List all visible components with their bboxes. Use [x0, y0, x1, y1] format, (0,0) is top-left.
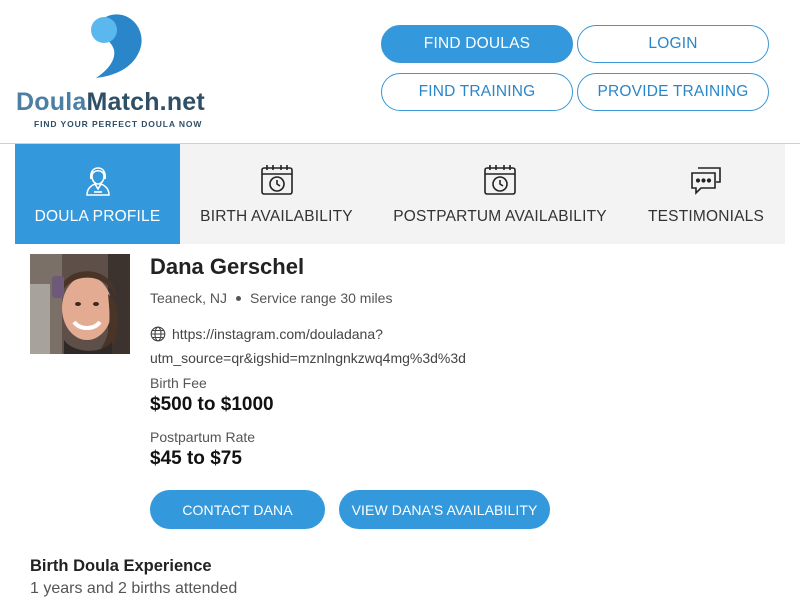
logo-mark-icon	[91, 14, 142, 79]
postpartum-rate-value: $45 to $75	[150, 448, 242, 469]
website-line-1: https://instagram.com/douladana?	[172, 326, 383, 342]
birth-fee-label: Birth Fee	[150, 375, 207, 391]
tab-label: TESTIMONIALS	[647, 208, 765, 225]
profile-tabs: DOULA PROFILE BIRTH AVAILABILITY POSTPAR…	[15, 144, 785, 244]
globe-icon	[150, 326, 166, 342]
website-link[interactable]: https://instagram.com/douladana? utm_sou…	[150, 322, 530, 370]
login-button[interactable]: LOGIN	[577, 25, 769, 63]
birth-fee-value: $500 to $1000	[150, 394, 274, 415]
postpartum-rate-label: Postpartum Rate	[150, 429, 256, 445]
provide-training-button[interactable]: PROVIDE TRAINING	[577, 73, 769, 111]
find-training-button[interactable]: FIND TRAINING	[381, 73, 573, 111]
service-range-text: Service range 30 miles	[250, 290, 393, 306]
experience-summary: 1 years and 2 births attended	[30, 580, 238, 597]
chat-bubbles-icon	[691, 167, 721, 195]
logo-wordmark: DoulaMatch.net	[16, 88, 205, 116]
calendar-clock-icon	[260, 165, 293, 195]
find-doulas-button[interactable]: FIND DOULAS	[381, 25, 573, 63]
site-header: DoulaMatch.net FIND YOUR PERFECT DOULA N…	[0, 0, 800, 144]
tab-postpartum-availability[interactable]: POSTPARTUM AVAILABILITY	[373, 144, 627, 244]
tab-label: BIRTH AVAILABILITY	[200, 208, 353, 225]
logo-tagline: FIND YOUR PERFECT DOULA NOW	[34, 119, 203, 129]
avatar	[30, 254, 130, 354]
separator-dot	[236, 295, 242, 301]
contact-doula-button[interactable]: CONTACT DANA	[150, 490, 325, 529]
view-availability-button[interactable]: VIEW DANA'S AVAILABILITY	[339, 490, 550, 529]
location-text: Teaneck, NJ	[150, 290, 228, 306]
site-logo[interactable]: DoulaMatch.net FIND YOUR PERFECT DOULA N…	[16, 12, 226, 134]
doula-name: Dana Gerschel	[150, 254, 305, 279]
profile-photo	[30, 254, 130, 354]
doula-person-icon	[85, 167, 110, 196]
tab-doula-profile[interactable]: DOULA PROFILE	[15, 144, 180, 244]
website-line-2: utm_source=qr&igshid=mznlngnkzwq4mg%3d%3…	[150, 350, 466, 366]
experience-title: Birth Doula Experience	[30, 557, 212, 575]
tab-label: POSTPARTUM AVAILABILITY	[393, 208, 607, 225]
tab-testimonials[interactable]: TESTIMONIALS	[627, 144, 785, 244]
tab-birth-availability[interactable]: BIRTH AVAILABILITY	[180, 144, 373, 244]
location-row: Teaneck, NJ Service range 30 miles	[150, 290, 392, 306]
tab-label: DOULA PROFILE	[34, 208, 161, 225]
calendar-clock-icon	[484, 165, 516, 195]
